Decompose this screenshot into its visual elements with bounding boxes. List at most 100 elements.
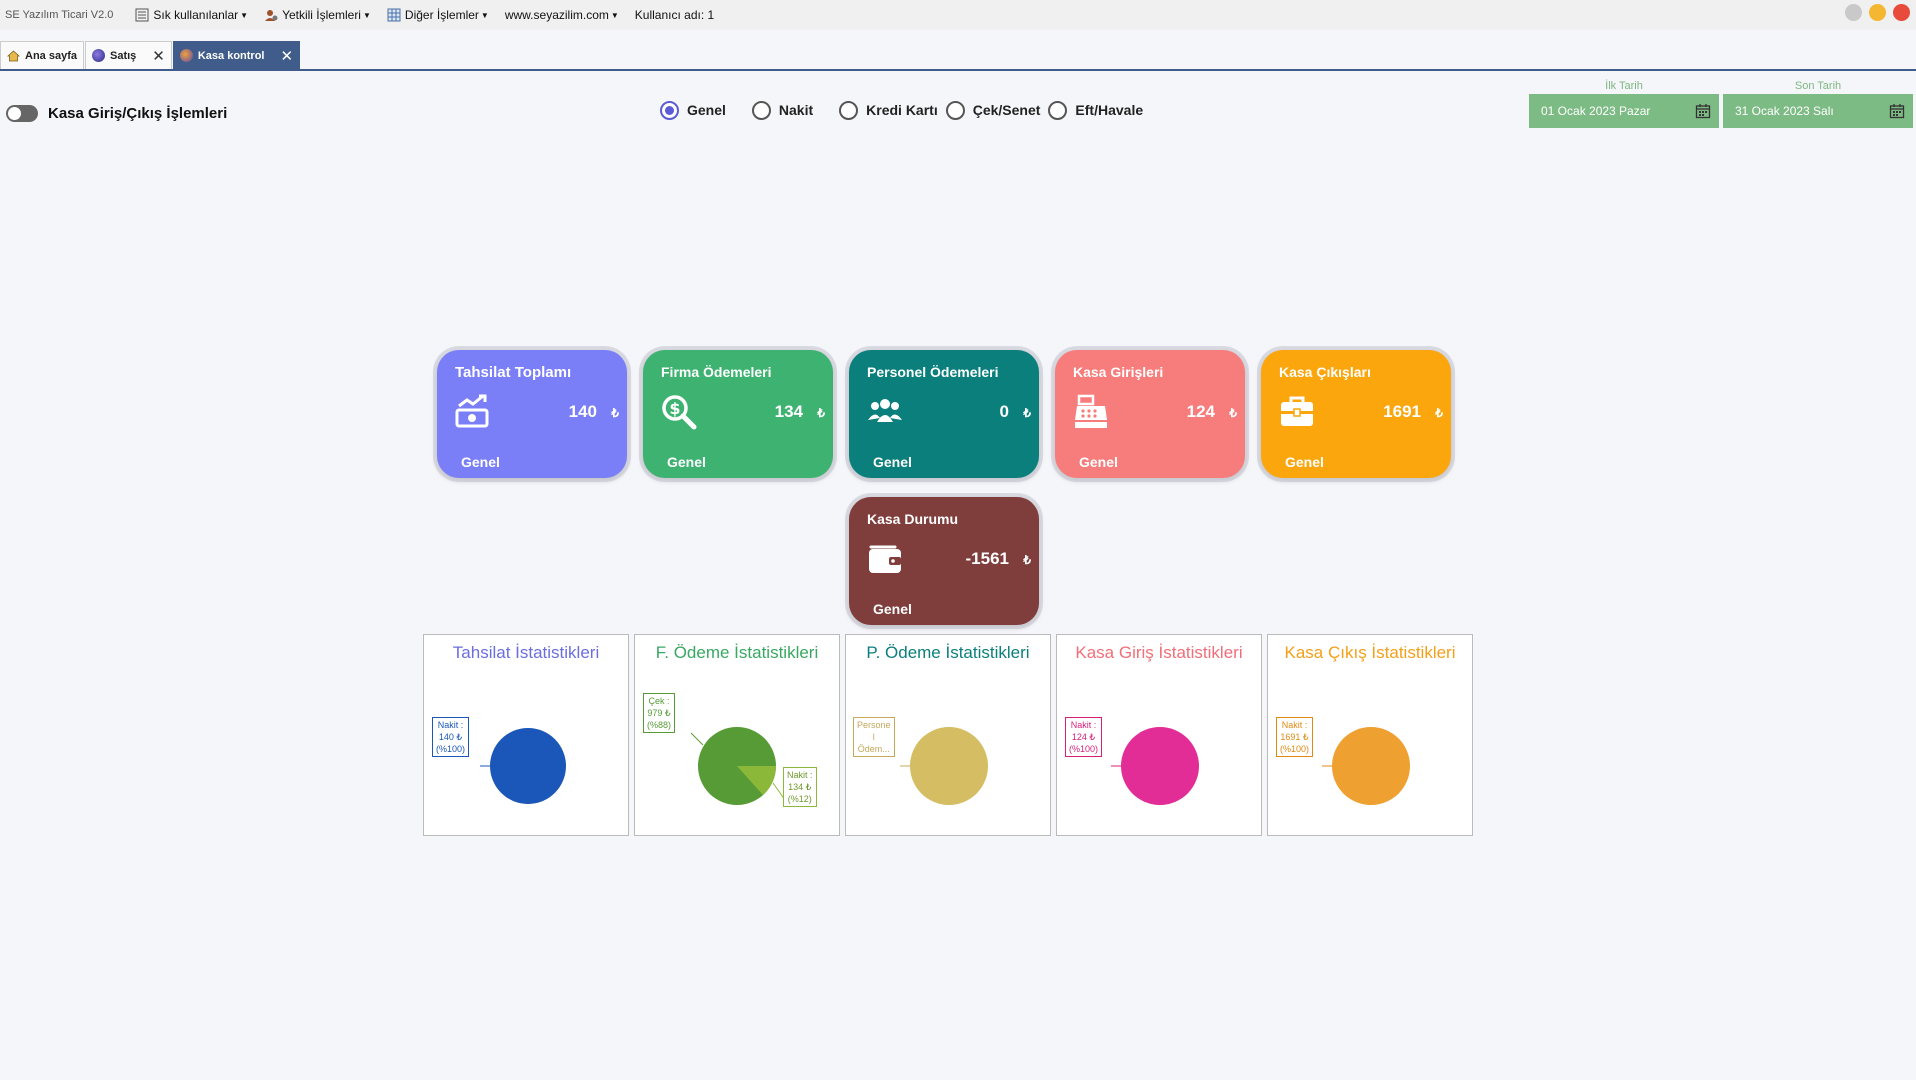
- card-title: Firma Ödemeleri: [661, 364, 772, 380]
- cash-register-icon: [1075, 394, 1107, 428]
- card-title: Kasa Girişleri: [1073, 364, 1164, 380]
- maximize-button[interactable]: [1845, 4, 1862, 21]
- tab-home[interactable]: Ana sayfa: [0, 41, 84, 69]
- label-line: (%88): [647, 720, 672, 730]
- card-cash-inflows[interactable]: Kasa Girişleri 124 ₺ Genel: [1055, 350, 1245, 478]
- card-footer: Genel: [873, 601, 912, 617]
- wallet-icon: [869, 545, 901, 573]
- end-date-value: 31 Ocak 2023 Salı: [1735, 104, 1834, 118]
- sales-globe-icon: [91, 49, 105, 62]
- toggle-switch[interactable]: [6, 105, 38, 122]
- panel-title: Kasa Çıkış İstatistikleri: [1284, 643, 1456, 662]
- card-value: 140: [568, 402, 597, 421]
- currency-symbol: ₺: [611, 406, 619, 420]
- radio-kredi-karti[interactable]: Kredi Kartı: [839, 100, 938, 120]
- dollar-search-icon: $: [662, 395, 697, 430]
- card-company-payments[interactable]: Firma Ödemeleri $ 134 ₺ Genel: [643, 350, 833, 478]
- pie-label: Nakit : 140 ₺ (%100): [432, 717, 470, 757]
- card-footer: Genel: [667, 454, 706, 470]
- pie-label: Persone l Ödem...: [853, 717, 895, 757]
- end-date-picker[interactable]: 31 Ocak 2023 Salı: [1723, 94, 1913, 128]
- label-line: 1691 ₺: [1280, 732, 1309, 742]
- card-collections-total[interactable]: Tahsilat Toplamı 140 ₺ Genel: [437, 350, 627, 478]
- calendar-icon[interactable]: [1889, 103, 1905, 119]
- minimize-button[interactable]: [1869, 4, 1886, 21]
- start-date-block: İlk Tarih 01 Ocak 2023 Pazar: [1529, 80, 1719, 128]
- currency-symbol: ₺: [1435, 406, 1443, 420]
- label-line: Nakit :: [1070, 720, 1097, 730]
- cash-io-toggle[interactable]: Kasa Giriş/Çıkış İşlemleri: [6, 105, 227, 122]
- svg-text:$: $: [669, 399, 680, 418]
- tab-cash-control[interactable]: Kasa kontrol ✕: [172, 41, 301, 69]
- menu-favorites[interactable]: Sık kullanılanlar ▼: [135, 8, 248, 22]
- radio-nakit[interactable]: Nakit: [751, 100, 814, 120]
- caret-down-icon: ▼: [362, 10, 371, 20]
- stats-panel-cash-outflows: Kasa Çıkış İstatistikleri Nakit : 1691 ₺…: [1267, 634, 1473, 836]
- label-line: 124 ₺: [1071, 732, 1096, 742]
- pie-label: Çek : 979 ₺ (%88): [643, 693, 676, 733]
- label-line: Ödem...: [857, 744, 890, 754]
- stats-panel-cash-inflows: Kasa Giriş İstatistikleri Nakit : 124 ₺ …: [1056, 634, 1262, 836]
- radio-circle[interactable]: [660, 100, 679, 120]
- card-footer: Genel: [873, 454, 912, 470]
- menu-favorites-label: Sık kullanılanlar: [153, 8, 239, 22]
- radio-eft-havale[interactable]: Eft/Havale: [1048, 100, 1144, 120]
- menu-website[interactable]: www.seyazilim.com ▼: [505, 8, 619, 22]
- stats-panel-staff-payments: P. Ödeme İstatistikleri Persone l Ödem..…: [845, 634, 1051, 836]
- tab-sales[interactable]: Satış ✕: [84, 41, 172, 69]
- pie-slice-cash: [490, 728, 566, 804]
- card-cash-outflows[interactable]: Kasa Çıkışları 1691 ₺ Genel: [1261, 350, 1451, 478]
- window-controls: [1845, 4, 1910, 21]
- briefcase-icon: [1281, 396, 1313, 426]
- radio-circle[interactable]: [751, 100, 771, 120]
- grid-calc-icon: [387, 8, 401, 22]
- currency-symbol: ₺: [817, 406, 825, 420]
- menu-admin[interactable]: Yetkili İşlemleri ▼: [264, 8, 371, 22]
- label-line: Nakit :: [437, 720, 464, 730]
- radio-kredi-karti-label: Kredi Kartı: [866, 102, 938, 118]
- radio-genel-label: Genel: [687, 102, 726, 118]
- radio-genel[interactable]: Genel: [660, 100, 726, 120]
- close-button[interactable]: [1893, 4, 1910, 21]
- tab-sales-label: Satış: [109, 49, 137, 62]
- label-line: Persone: [857, 720, 891, 730]
- label-line: 134 ₺: [788, 782, 812, 792]
- tab-home-label: Ana sayfa: [25, 49, 77, 62]
- close-icon[interactable]: ✕: [152, 47, 165, 65]
- radio-circle[interactable]: [945, 100, 965, 120]
- calendar-icon[interactable]: [1695, 103, 1711, 119]
- card-cash-status[interactable]: Kasa Durumu -1561 ₺ Genel: [849, 497, 1039, 625]
- label-line: (%100): [436, 744, 466, 754]
- radio-circle[interactable]: [839, 100, 859, 120]
- caret-down-icon: ▼: [610, 10, 619, 20]
- radio-cek-senet[interactable]: Çek/Senet: [945, 100, 1041, 120]
- label-line: (%100): [1069, 744, 1099, 754]
- radio-cek-senet-label: Çek/Senet: [972, 102, 1041, 118]
- start-date-picker[interactable]: 01 Ocak 2023 Pazar: [1529, 94, 1719, 128]
- currency-symbol: ₺: [1023, 553, 1031, 567]
- label-line: l: [872, 732, 875, 742]
- radio-eft-havale-label: Eft/Havale: [1075, 102, 1144, 118]
- label-line: Nakit :: [1281, 720, 1308, 730]
- pie-slice-cash: [1332, 727, 1410, 805]
- close-icon[interactable]: ✕: [281, 47, 294, 65]
- card-staff-payments[interactable]: Personel Ödemeleri 0 ₺ Genel: [849, 350, 1039, 478]
- label-line: 979 ₺: [647, 708, 671, 718]
- end-date-label: Son Tarih: [1794, 80, 1842, 92]
- username-display: Kullanıcı adı: 1: [635, 8, 714, 22]
- card-title: Kasa Çıkışları: [1279, 364, 1371, 380]
- panel-title: F. Ödeme İstatistikleri: [655, 643, 819, 662]
- menu-other-label: Diğer İşlemler: [404, 8, 479, 22]
- radio-nakit-label: Nakit: [778, 102, 814, 118]
- tab-bar: Ana sayfa Satış ✕ Kasa kontrol ✕: [0, 41, 1916, 71]
- pie-label: Nakit : 134 ₺ (%12): [783, 767, 817, 807]
- panel-title: P. Ödeme İstatistikleri: [866, 643, 1030, 662]
- home-icon: [7, 50, 20, 62]
- payment-type-radio-group: Genel Nakit Kredi Kartı Çek/Senet Eft/Ha…: [660, 100, 1161, 120]
- radio-circle[interactable]: [1048, 100, 1068, 120]
- card-title: Tahsilat Toplamı: [455, 364, 572, 381]
- card-footer: Genel: [1079, 454, 1118, 470]
- pie-label: Nakit : 1691 ₺ (%100): [1276, 717, 1314, 757]
- menu-other[interactable]: Diğer İşlemler ▼: [387, 8, 489, 22]
- card-value: 1691: [1383, 402, 1421, 421]
